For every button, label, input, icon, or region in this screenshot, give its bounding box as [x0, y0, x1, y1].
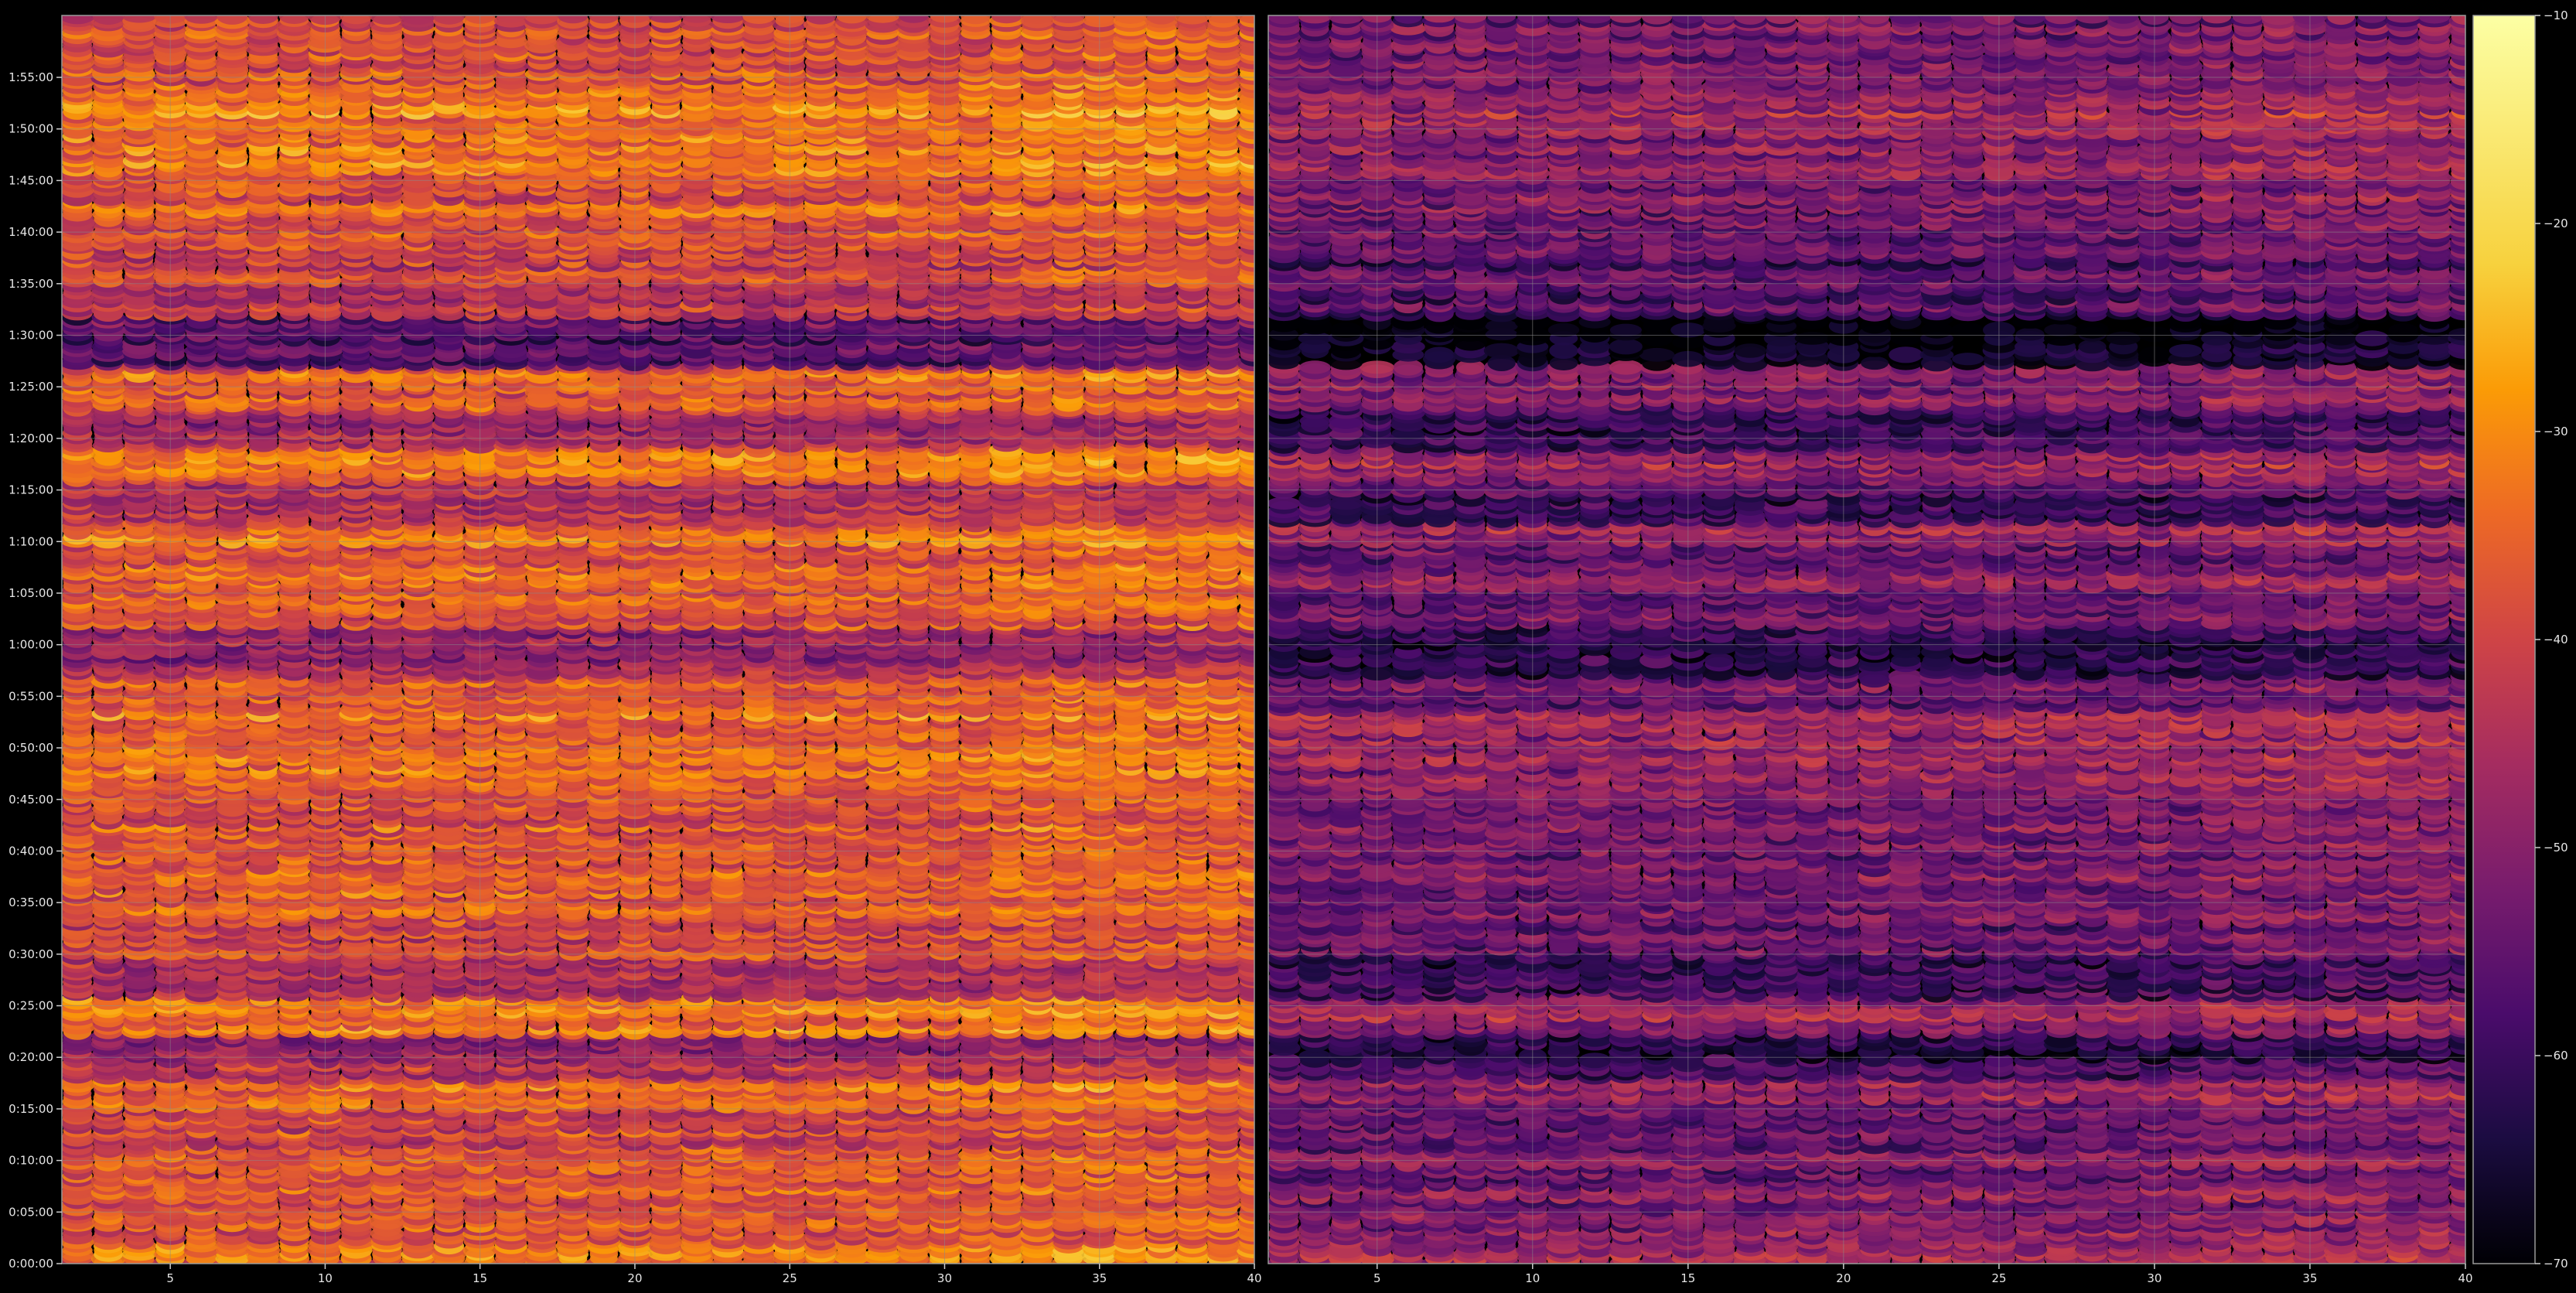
heatmap-panel-left: 5 10 15 20 25 30 35 40: [61, 15, 1262, 1285]
heatmap-chart: 5 10 15 20 25 30 35 40 5 10 15 20 25 30 35 40 0:00:000…: [9, 9, 2567, 1285]
